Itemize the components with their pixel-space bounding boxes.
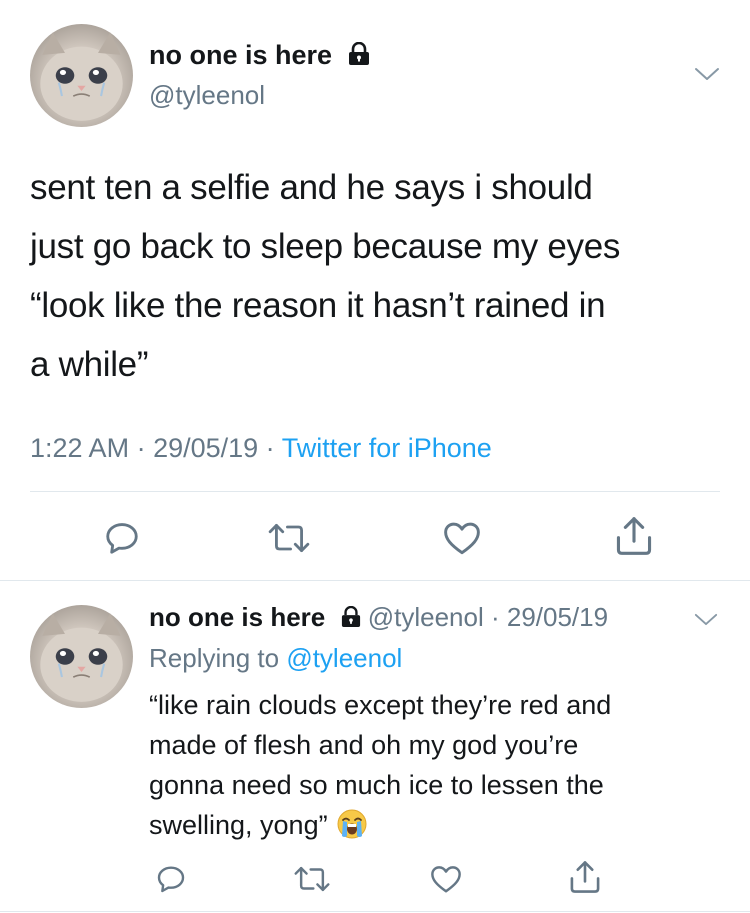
bottom-divider — [0, 911, 750, 912]
tweet-separator — [0, 580, 750, 581]
tweet-time[interactable]: 1:22 AM — [30, 433, 129, 463]
like-button[interactable] — [427, 860, 465, 898]
reply-button[interactable] — [152, 860, 190, 898]
share-button[interactable] — [612, 512, 656, 560]
divider — [30, 491, 720, 492]
reply-icon — [106, 523, 138, 554]
tweet-source-link[interactable]: Twitter for iPhone — [282, 433, 492, 463]
display-name[interactable]: no one is here — [149, 40, 370, 73]
lock-icon — [348, 41, 370, 73]
like-icon — [444, 522, 480, 555]
reply-button[interactable] — [100, 516, 144, 560]
chevron-down-icon[interactable] — [694, 66, 720, 87]
reply-header: no one is here @tyleenol · 29/05/19 — [149, 602, 608, 635]
meta-separator: · — [129, 433, 154, 463]
like-button[interactable] — [440, 516, 484, 560]
tweet-meta: 1:22 AM · 29/05/19 · Twitter for iPhone — [30, 433, 492, 464]
meta-separator: · — [258, 433, 282, 463]
display-name-text: no one is here — [149, 40, 333, 70]
meta-separator: · — [483, 602, 507, 632]
retweet-button[interactable] — [264, 516, 314, 560]
main-tweet: no one is here @tyleenol sent ten a self… — [0, 0, 750, 580]
replying-to-link[interactable]: @tyleenol — [286, 643, 402, 673]
replying-to: Replying to @tyleenol — [149, 643, 402, 674]
retweet-icon — [294, 866, 330, 892]
tweet-text: “like rain clouds except they’re red and… — [149, 690, 612, 840]
crying-cat-avatar-image — [40, 613, 123, 702]
retweet-button[interactable] — [290, 860, 334, 898]
avatar[interactable] — [30, 605, 133, 708]
replying-to-prefix: Replying to — [149, 643, 287, 673]
tweet-text: sent ten a selfie and he says i should j… — [30, 168, 621, 384]
lock-icon — [341, 604, 361, 635]
handle[interactable]: @tyleenol — [368, 602, 484, 632]
tweet-date[interactable]: 29/05/19 — [507, 602, 608, 632]
like-icon — [431, 866, 461, 893]
share-icon — [616, 517, 652, 555]
reply-text-container: “like rain clouds except they’re red and… — [149, 685, 719, 851]
display-name[interactable]: no one is here — [149, 602, 325, 632]
reply-icon — [157, 866, 185, 893]
retweet-icon — [268, 524, 310, 552]
share-icon — [570, 861, 600, 893]
loudly-crying-face-icon — [336, 808, 368, 851]
handle[interactable]: @tyleenol — [149, 80, 265, 111]
crying-cat-avatar-image — [40, 32, 123, 121]
tweet-date[interactable]: 29/05/19 — [153, 433, 258, 463]
share-button[interactable] — [566, 856, 604, 898]
avatar[interactable] — [30, 24, 133, 127]
chevron-down-icon[interactable] — [694, 612, 718, 632]
